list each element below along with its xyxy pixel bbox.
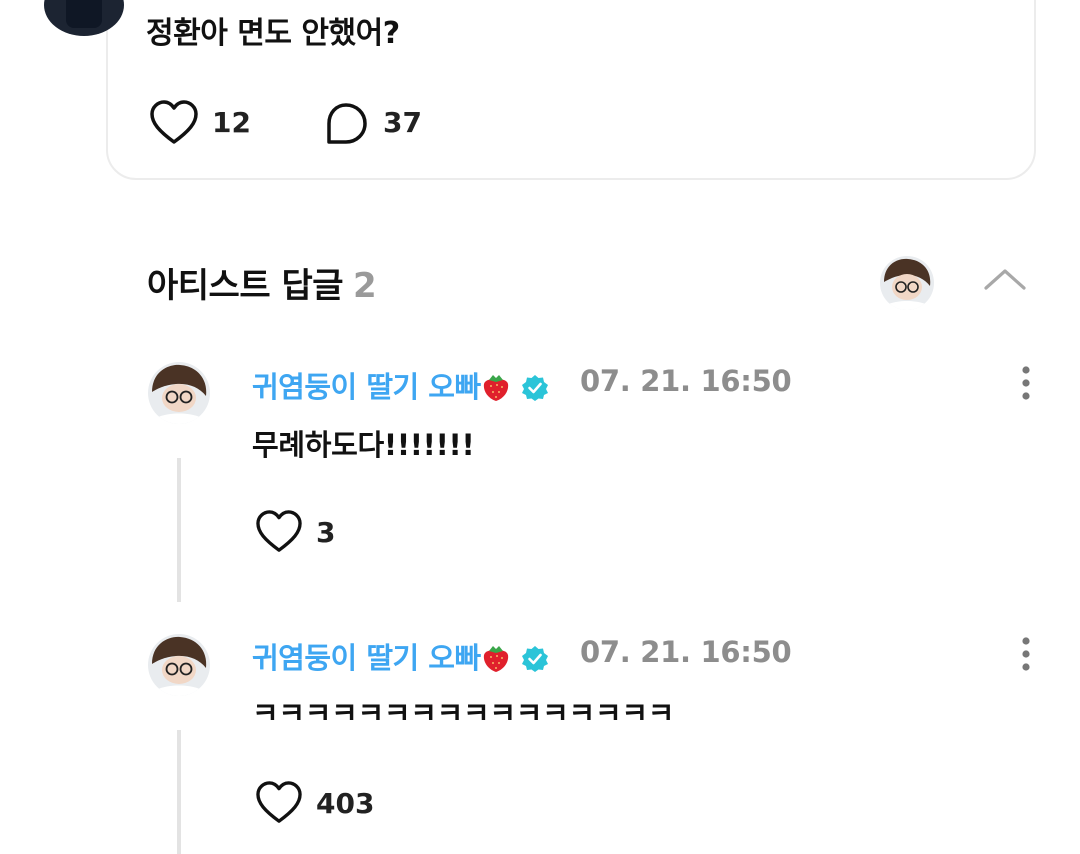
reply-like-count: 403: [316, 787, 375, 820]
chevron-up-icon[interactable]: [980, 262, 1030, 296]
reply-text: ㅋㅋㅋㅋㅋㅋㅋㅋㅋㅋㅋㅋㅋㅋㅋㅋ: [252, 696, 675, 730]
reply-like-count: 3: [316, 516, 336, 549]
more-vertical-icon[interactable]: [1019, 364, 1033, 404]
more-vertical-icon[interactable]: [1019, 635, 1033, 675]
artist-avatar[interactable]: [880, 256, 934, 310]
artist-replies-header: 아티스트 답글 2: [147, 258, 377, 307]
heart-icon[interactable]: [149, 100, 199, 146]
thread-line: [177, 730, 181, 854]
comment-bubble-icon[interactable]: [324, 102, 368, 146]
heart-icon[interactable]: [255, 781, 303, 825]
section-title: 아티스트 답글: [147, 266, 344, 306]
strawberry-icon: [483, 646, 508, 672]
thread-line: [177, 458, 181, 602]
verified-badge-icon: [521, 646, 548, 672]
reply-timestamp: 07. 21. 16:50: [580, 635, 792, 669]
reply-text: 무례하도다!!!!!!!: [252, 428, 475, 462]
reply-author-avatar[interactable]: [148, 634, 210, 696]
reply-timestamp: 07. 21. 16:50: [580, 364, 792, 398]
reply-header: 귀염둥이 딸기 오빠: [252, 635, 549, 677]
reply-header: 귀염둥이 딸기 오빠: [252, 364, 549, 406]
post-text: 정환아 면도 안했어?: [146, 16, 400, 51]
reply-author-avatar[interactable]: [148, 362, 210, 424]
section-count: 2: [353, 266, 377, 306]
heart-icon[interactable]: [255, 510, 303, 554]
post-like-count: 12: [212, 106, 251, 139]
reply-author-name[interactable]: 귀염둥이 딸기 오빠: [252, 641, 481, 675]
post-comment-count: 37: [383, 106, 422, 139]
verified-badge-icon: [521, 375, 548, 401]
strawberry-icon: [483, 375, 508, 401]
reply-author-name[interactable]: 귀염둥이 딸기 오빠: [252, 370, 481, 404]
